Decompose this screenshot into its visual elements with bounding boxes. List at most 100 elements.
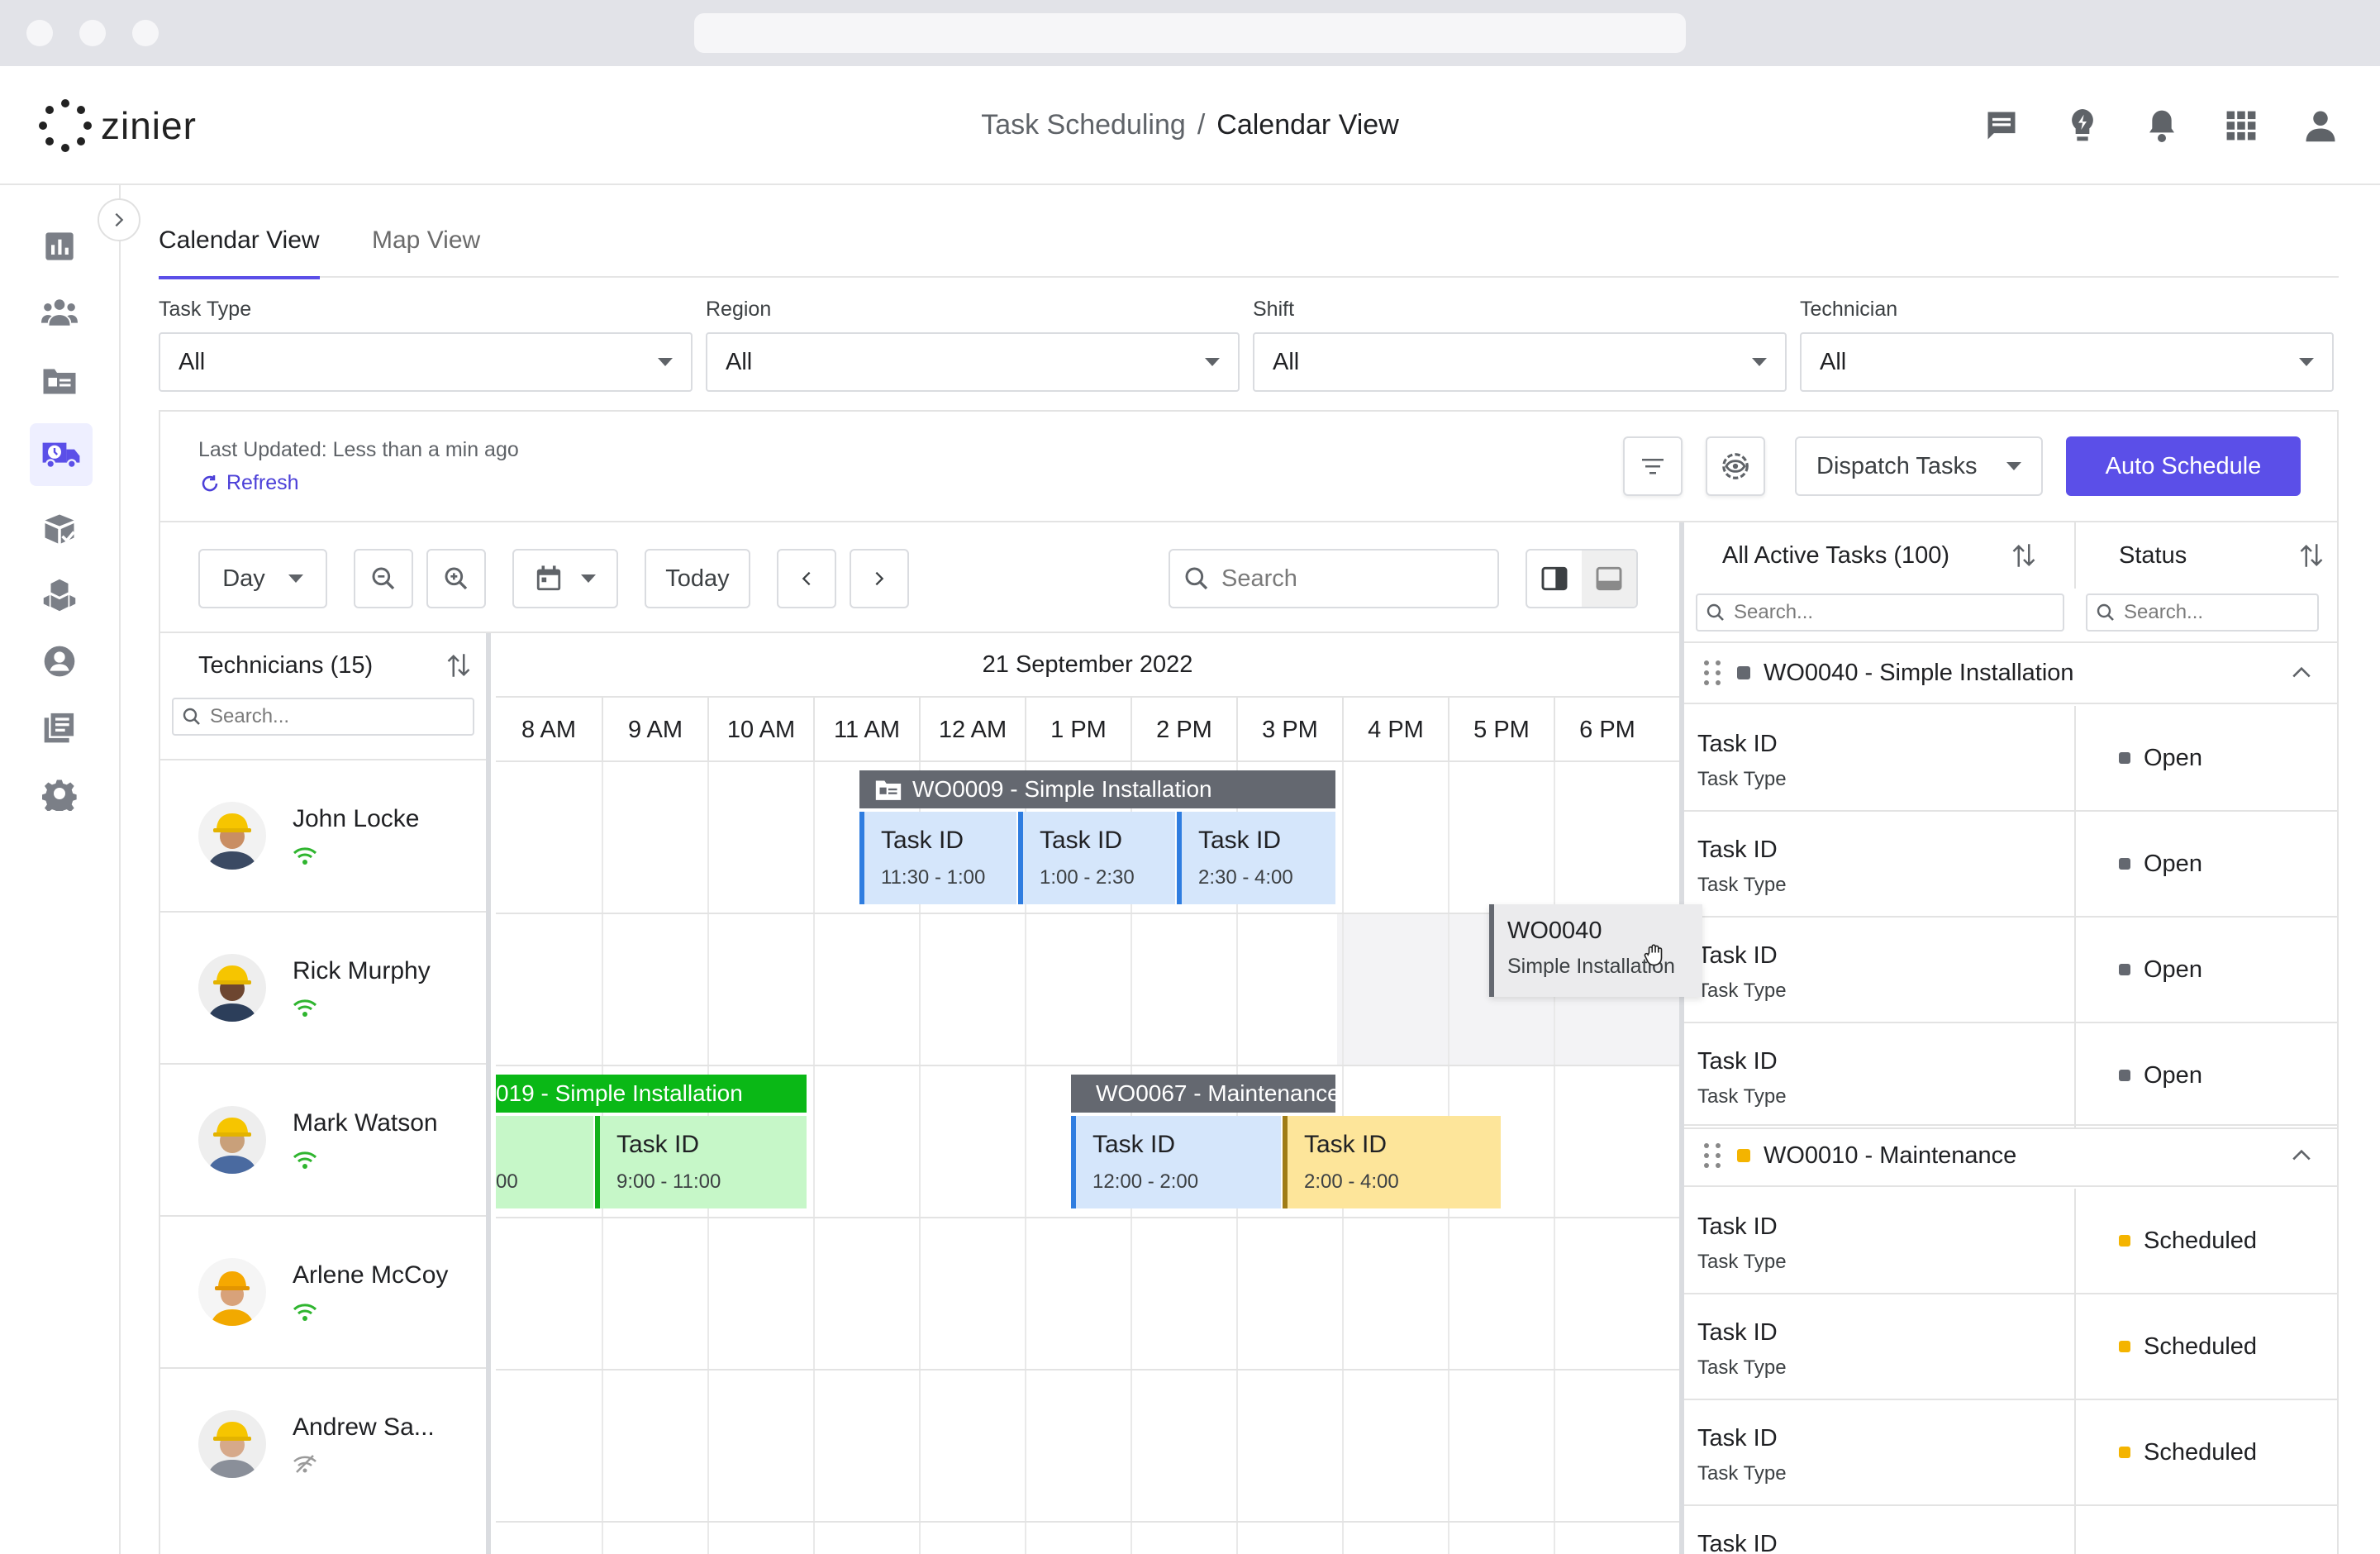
grid-line	[813, 762, 815, 1554]
caret-down-icon	[658, 358, 673, 366]
task-row[interactable]: Task ID Task Type Scheduled	[1684, 1189, 2337, 1294]
sidebar-expand-button[interactable]	[98, 198, 140, 241]
breadcrumb-separator: /	[1197, 109, 1206, 141]
drag-handle-icon[interactable]	[1704, 1143, 1722, 1168]
select-value: All	[1820, 348, 1847, 375]
avatar	[198, 1106, 266, 1174]
sidebar-item-assets[interactable]	[38, 574, 81, 617]
sort-icon[interactable]	[2299, 541, 2324, 570]
task-id: Task ID	[616, 1131, 700, 1158]
task-row[interactable]: Task ID Task Type Open	[1684, 1023, 2337, 1129]
technician-name: Andrew Sa...	[293, 1413, 435, 1441]
dispatch-tasks-dropdown[interactable]: Dispatch Tasks	[1795, 436, 2043, 496]
task-row[interactable]: Task ID Task Type Scheduled	[1684, 1400, 2337, 1506]
work-order-bar[interactable]: WO0067 - Maintenance	[1071, 1075, 1335, 1113]
view-settings-button[interactable]	[1706, 436, 1765, 496]
task-card[interactable]: Task ID 1:00 - 2:30	[1018, 812, 1175, 904]
dragging-work-order-card[interactable]: WO0040 Simple Installation	[1489, 904, 1702, 997]
lightbulb-icon[interactable]	[2063, 106, 2102, 145]
sidebar-item-inventory[interactable]	[38, 508, 81, 551]
technician-select[interactable]: All	[1800, 332, 2334, 392]
window-maximize-dot[interactable]	[132, 20, 159, 46]
hour-label: 6 PM	[1554, 698, 1659, 762]
technician-row[interactable]: Andrew Sa...	[160, 1367, 486, 1519]
task-search-input[interactable]: Search...	[1696, 593, 2064, 632]
tab-calendar-view[interactable]: Calendar View	[159, 226, 320, 279]
select-value: All	[178, 348, 206, 375]
task-cell: Task ID Task Type	[1697, 1319, 1787, 1380]
calendar-search-input[interactable]: Search	[1169, 549, 1499, 608]
task-id: Task ID	[1697, 1048, 1778, 1075]
address-bar[interactable]	[694, 13, 1686, 53]
sidebar-item-reports[interactable]	[38, 706, 81, 749]
work-order-bar[interactable]: WO0009 - Simple Installation	[859, 770, 1335, 808]
chevron-up-icon[interactable]	[2291, 665, 2312, 679]
avatar	[198, 954, 266, 1022]
task-card[interactable]: Task ID 9:00 - 11:00	[595, 1116, 807, 1208]
next-day-button[interactable]	[850, 549, 909, 608]
sidebar-item-settings[interactable]	[38, 772, 81, 815]
task-row[interactable]: Task ID	[1684, 1506, 2337, 1554]
sidebar-item-dispatch[interactable]	[30, 423, 93, 486]
caret-down-icon	[2006, 462, 2021, 470]
hour-label: 5 PM	[1448, 698, 1554, 762]
task-card[interactable]: Task ID 2:00 - 4:00	[1283, 1116, 1501, 1208]
technician-search-input[interactable]: Search...	[172, 698, 474, 736]
work-order-group-header[interactable]: WO0010 - Maintenance	[1684, 1124, 2337, 1187]
auto-schedule-button[interactable]: Auto Schedule	[2066, 436, 2301, 496]
task-card[interactable]: Task ID 12:00 - 2:00	[1071, 1116, 1281, 1208]
window-close-dot[interactable]	[26, 20, 53, 46]
sidebar-item-team[interactable]	[38, 291, 81, 334]
chevron-up-icon[interactable]	[2291, 1147, 2312, 1162]
tab-map-view[interactable]: Map View	[372, 226, 480, 276]
chat-icon[interactable]	[1982, 106, 2021, 145]
wifi-online-icon	[293, 1149, 317, 1175]
sidebar-item-users[interactable]	[38, 640, 81, 683]
sort-icon[interactable]	[2011, 541, 2036, 570]
work-order-group-header[interactable]: WO0040 - Simple Installation	[1684, 641, 2337, 704]
apps-grid-icon[interactable]	[2221, 106, 2261, 145]
filter-task-type: Task Type All	[159, 298, 693, 392]
side-panel-layout-button[interactable]	[1527, 551, 1582, 607]
sidebar-item-dashboard[interactable]	[38, 225, 81, 268]
task-row[interactable]: Task ID Task Type Open	[1684, 918, 2337, 1023]
breadcrumb-parent[interactable]: Task Scheduling	[981, 109, 1186, 141]
zoom-out-button[interactable]	[354, 549, 413, 608]
status-search-input[interactable]: Search...	[2086, 593, 2319, 632]
task-row[interactable]: Task ID Task Type Open	[1684, 812, 2337, 918]
task-card[interactable]: Task ID 2:30 - 4:00	[1177, 812, 1335, 904]
bell-icon[interactable]	[2142, 106, 2182, 145]
technician-name: Mark Watson	[293, 1109, 438, 1137]
task-card[interactable]: 00	[496, 1116, 593, 1208]
technician-row[interactable]: Rick Murphy	[160, 911, 486, 1063]
tasks-title: All Active Tasks (100)	[1722, 522, 2036, 589]
hour-label: 12 AM	[919, 698, 1025, 762]
region-select[interactable]: All	[706, 332, 1240, 392]
technician-row[interactable]: Arlene McCoy	[160, 1215, 486, 1367]
window-minimize-dot[interactable]	[79, 20, 106, 46]
task-type-select[interactable]: All	[159, 332, 693, 392]
user-profile-icon[interactable]	[2301, 106, 2340, 145]
today-button[interactable]: Today	[645, 549, 750, 608]
technician-row[interactable]: John Locke	[160, 759, 486, 911]
task-time: 2:30 - 4:00	[1198, 866, 1293, 889]
previous-day-button[interactable]	[777, 549, 836, 608]
filter-button[interactable]	[1623, 436, 1683, 496]
grab-cursor-icon	[1644, 944, 1663, 966]
work-order-bar[interactable]: 019 - Simple Installation	[496, 1075, 807, 1113]
zoom-in-button[interactable]	[426, 549, 486, 608]
view-mode-select[interactable]: Day	[198, 549, 327, 608]
drag-handle-icon[interactable]	[1704, 660, 1722, 685]
shift-select[interactable]: All	[1253, 332, 1787, 392]
date-picker-button[interactable]	[512, 549, 618, 608]
sort-icon[interactable]	[446, 651, 471, 679]
hour-label: 4 PM	[1342, 698, 1448, 762]
task-row[interactable]: Task ID Task Type Scheduled	[1684, 1294, 2337, 1400]
task-card[interactable]: Task ID 11:30 - 1:00	[859, 812, 1016, 904]
refresh-link[interactable]: Refresh	[200, 471, 299, 495]
task-row[interactable]: Task ID Task Type Open	[1684, 706, 2337, 812]
technician-row[interactable]: Mark Watson	[160, 1063, 486, 1215]
status-cell: Scheduled	[2074, 1189, 2337, 1293]
bottom-panel-layout-button[interactable]	[1582, 551, 1636, 607]
sidebar-item-work-orders[interactable]	[38, 359, 81, 402]
